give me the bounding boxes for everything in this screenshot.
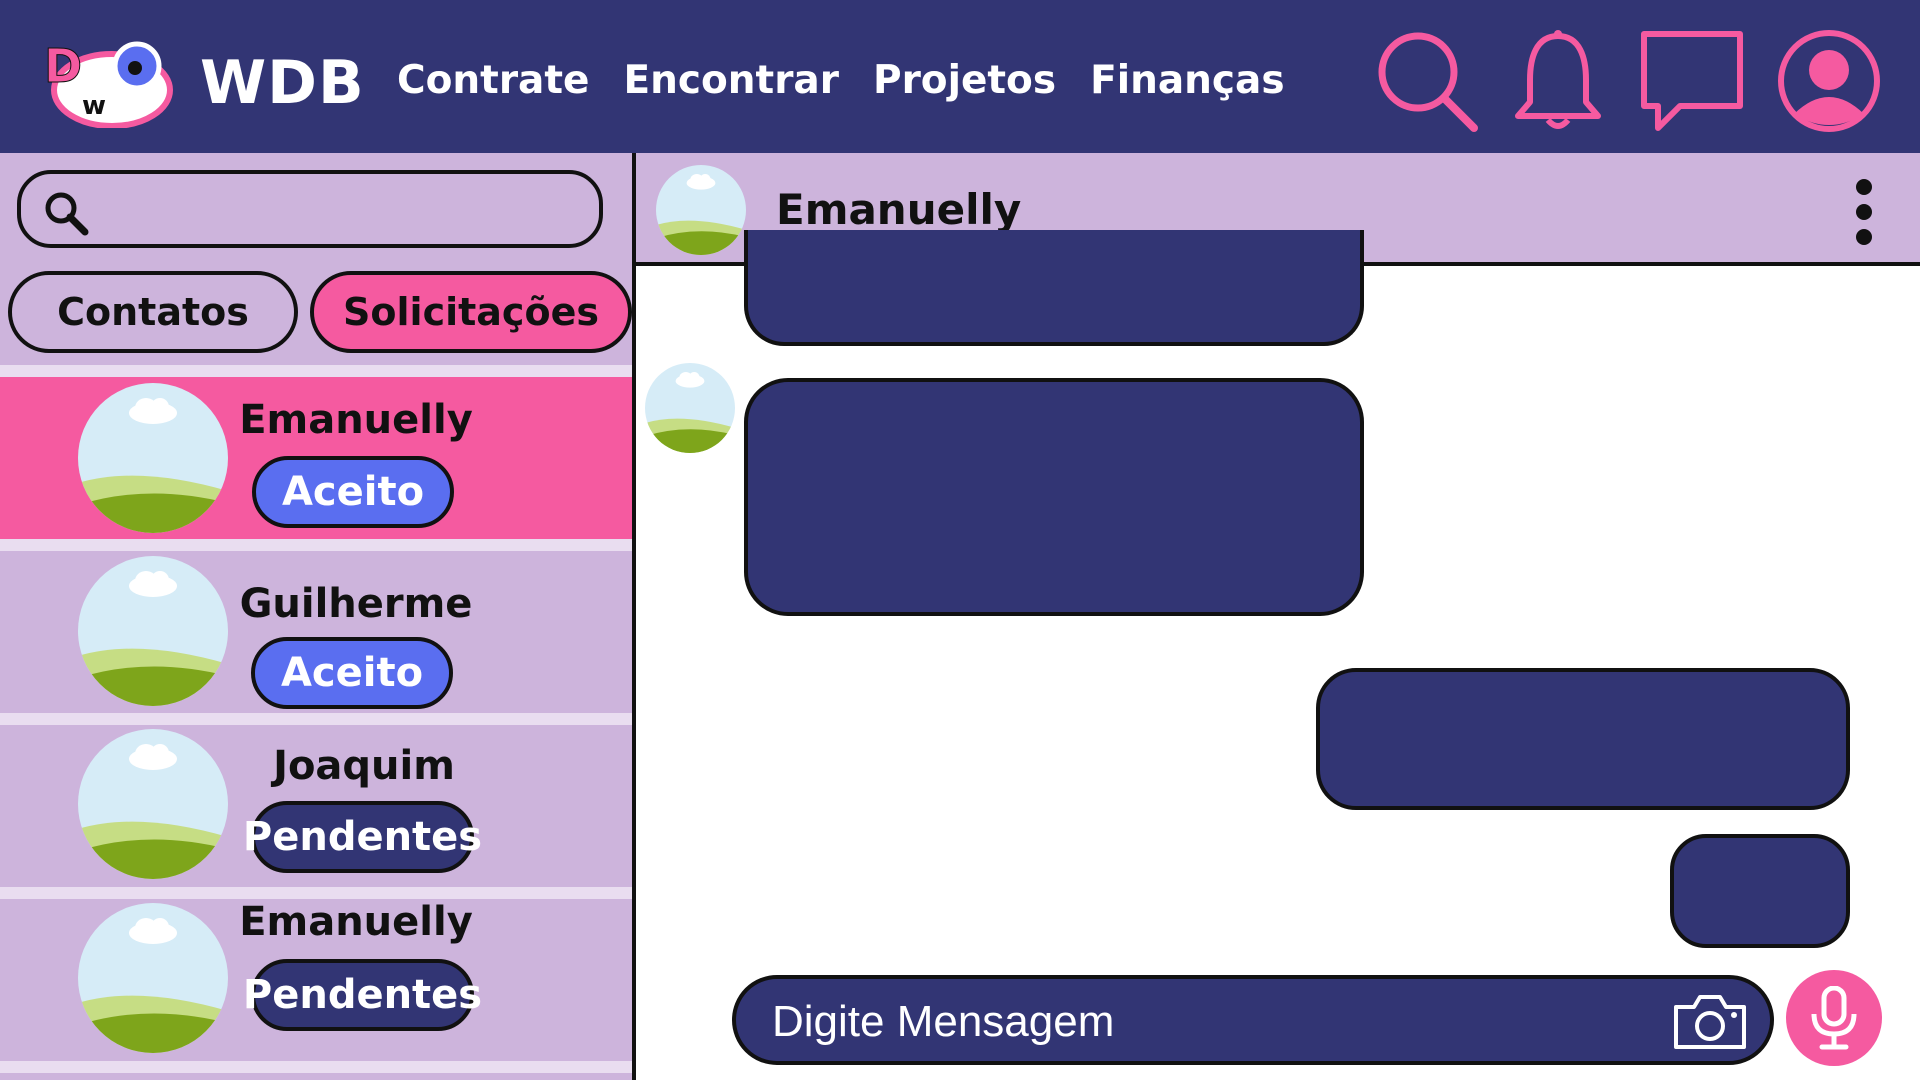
microphone-icon	[1811, 986, 1857, 1050]
logo-letter-w: w	[82, 91, 106, 121]
avatar	[645, 363, 735, 453]
list-item[interactable]: Joaquim Pendentes	[0, 725, 632, 887]
avatar	[78, 383, 228, 533]
search-icon[interactable]	[1374, 28, 1480, 134]
tab-solicitacoes[interactable]: Solicitações	[310, 271, 632, 353]
list-item[interactable]: Guilherme Aceito	[0, 551, 632, 713]
nav-projetos[interactable]: Projetos	[873, 58, 1056, 103]
main-nav: Contrate Encontrar Projetos Finanças	[397, 58, 1285, 103]
nav-encontrar[interactable]: Encontrar	[623, 58, 839, 103]
contact-name: Emanuelly	[239, 397, 473, 443]
tab-contatos[interactable]: Contatos	[8, 271, 298, 353]
more-vertical-icon[interactable]	[1852, 177, 1876, 247]
bell-icon[interactable]	[1508, 28, 1608, 134]
row-separator	[0, 887, 632, 899]
contact-search-box[interactable]	[17, 170, 603, 248]
brand-name: WDB	[200, 48, 365, 118]
chat-icon[interactable]	[1636, 28, 1748, 134]
message-bubble-received	[744, 378, 1364, 616]
nav-contrate[interactable]: Contrate	[397, 58, 589, 103]
list-item[interactable]: Emanuelly Pendentes	[0, 899, 632, 1061]
top-navigation-bar: D w WDB Contrate Encontrar Projetos Fina…	[0, 0, 1920, 153]
profile-icon[interactable]	[1776, 28, 1882, 134]
contact-name: Emanuelly	[239, 899, 473, 945]
status-badge: Pendentes	[243, 801, 482, 873]
row-separator	[0, 539, 632, 551]
status-badge: Aceito	[252, 456, 454, 528]
contacts-panel: Contatos Solicitações Emanuelly Aceito G…	[0, 153, 632, 1080]
message-input[interactable]	[770, 991, 1654, 1053]
camera-icon[interactable]	[1672, 993, 1748, 1051]
nav-financas[interactable]: Finanças	[1090, 58, 1285, 103]
list-item[interactable]: Emanuelly Aceito	[0, 377, 632, 539]
message-bubble-received	[744, 230, 1364, 346]
contact-name: Joaquim	[273, 743, 455, 789]
wdb-logo[interactable]: D w	[42, 38, 192, 128]
row-separator	[0, 713, 632, 725]
contact-name: Guilherme	[239, 581, 473, 627]
avatar	[78, 556, 228, 706]
row-separator	[0, 1061, 632, 1073]
contact-search-input[interactable]	[111, 186, 585, 236]
avatar	[78, 729, 228, 879]
panel-divider	[632, 153, 636, 1080]
logo-letter-d: D	[44, 39, 82, 93]
message-bubble-sent	[1670, 834, 1850, 948]
row-separator	[0, 365, 632, 377]
microphone-button[interactable]	[1786, 970, 1882, 1066]
message-bubble-sent	[1316, 668, 1850, 810]
status-badge: Aceito	[251, 637, 453, 709]
chat-contact-name: Emanuelly	[776, 185, 1022, 234]
avatar[interactable]	[656, 165, 746, 255]
message-composer	[732, 975, 1774, 1065]
avatar	[78, 903, 228, 1053]
status-badge: Pendentes	[243, 959, 482, 1031]
search-icon	[45, 192, 89, 236]
